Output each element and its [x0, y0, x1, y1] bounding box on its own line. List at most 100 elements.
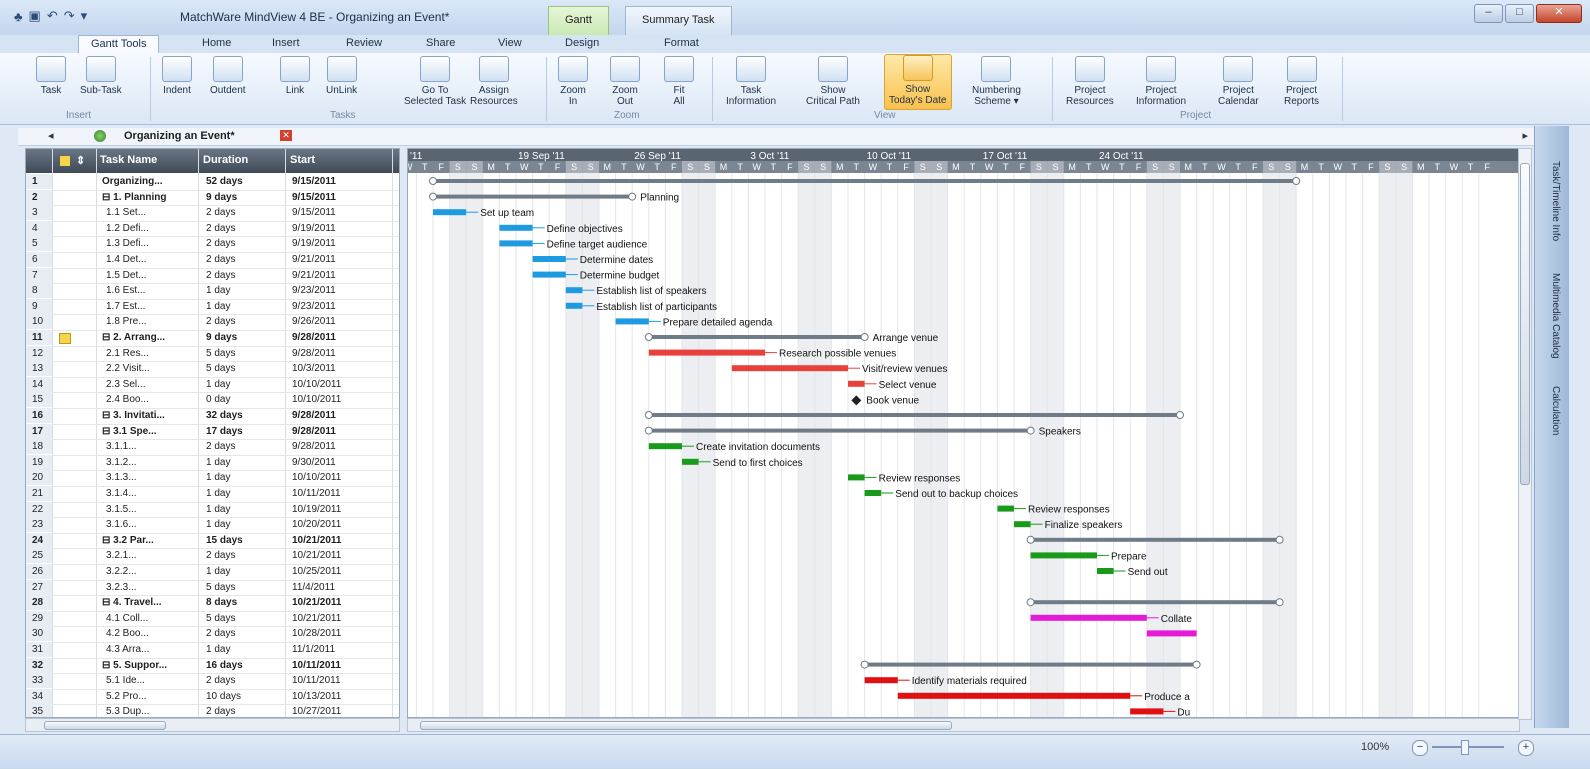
- task-name-cell[interactable]: 1.6 Est...: [106, 283, 198, 298]
- table-row[interactable]: 7 1.5 Det... 2 days 9/21/2011: [26, 267, 399, 285]
- side-tab-calculation[interactable]: Calculation: [1541, 376, 1561, 446]
- duration-cell[interactable]: 9 days: [206, 190, 281, 205]
- table-row[interactable]: 11 ⊟ 2. Arrang... 9 days 9/28/2011: [26, 330, 399, 347]
- undo-icon[interactable]: ↶: [47, 8, 58, 24]
- duration-cell[interactable]: 1 day: [206, 455, 281, 470]
- numbering-scheme-button[interactable]: Numbering Scheme ▾: [972, 56, 1021, 107]
- duration-cell[interactable]: 2 days: [206, 236, 281, 251]
- task-information-button[interactable]: Task Information: [726, 56, 776, 107]
- task-name-cell[interactable]: 2.3 Sel...: [106, 377, 198, 392]
- task-name-cell[interactable]: 3.2.1...: [106, 548, 198, 563]
- task-name-cell[interactable]: 1.5 Det...: [106, 268, 198, 283]
- start-cell[interactable]: 11/4/2011: [292, 580, 387, 595]
- table-row[interactable]: 31 4.3 Arra... 1 day 11/1/2011: [26, 642, 399, 659]
- task-name-cell[interactable]: 3.1.3...: [106, 470, 198, 485]
- scroll-thumb[interactable]: [420, 721, 952, 730]
- notes-column-icon[interactable]: [60, 156, 70, 166]
- task-name-cell[interactable]: 2.1 Res...: [106, 346, 198, 361]
- nav-left-icon[interactable]: ◂: [48, 129, 54, 142]
- duration-cell[interactable]: 15 days: [206, 533, 281, 548]
- duration-cell[interactable]: 1 day: [206, 564, 281, 579]
- start-cell[interactable]: 10/28/2011: [292, 626, 387, 641]
- start-cell[interactable]: 9/15/2011: [292, 190, 387, 205]
- start-cell[interactable]: 11/1/2011: [292, 642, 387, 657]
- task-name-cell[interactable]: 3.1.5...: [106, 502, 198, 517]
- start-cell[interactable]: 10/27/2011: [292, 704, 387, 717]
- task-name-cell[interactable]: 5.2 Pro...: [106, 689, 198, 704]
- start-cell[interactable]: 9/23/2011: [292, 283, 387, 298]
- start-cell[interactable]: 10/20/2011: [292, 517, 387, 532]
- task-name-cell[interactable]: 3.1.4...: [106, 486, 198, 501]
- table-row[interactable]: 35 5.3 Dup... 2 days 10/27/2011: [26, 704, 399, 717]
- start-cell[interactable]: 9/15/2011: [292, 205, 387, 220]
- fit-all-button[interactable]: Fit All: [664, 56, 694, 107]
- duration-cell[interactable]: 1 day: [206, 486, 281, 501]
- start-cell[interactable]: 9/15/2011: [292, 174, 387, 189]
- table-row[interactable]: 24 ⊟ 3.2 Par... 15 days 10/21/2011: [26, 532, 399, 550]
- task-name-cell[interactable]: 2.2 Visit...: [106, 361, 198, 376]
- start-cell[interactable]: 10/10/2011: [292, 392, 387, 407]
- redo-icon[interactable]: ↷: [64, 8, 75, 24]
- task-name-cell[interactable]: ⊟ 4. Travel...: [102, 595, 194, 610]
- table-row[interactable]: 21 3.1.4... 1 day 10/11/2011: [26, 486, 399, 503]
- duration-cell[interactable]: 1 day: [206, 517, 281, 532]
- gantt-horizontal-scrollbar[interactable]: [407, 718, 1520, 732]
- table-row[interactable]: 2 ⊟ 1. Planning 9 days 9/15/2011: [26, 189, 399, 207]
- project-information-button[interactable]: Project Information: [1136, 56, 1186, 107]
- tab-view[interactable]: View: [498, 35, 522, 53]
- duration-cell[interactable]: 2 days: [206, 252, 281, 267]
- table-row[interactable]: 9 1.7 Est... 1 day 9/23/2011: [26, 298, 399, 316]
- start-cell[interactable]: 9/28/2011: [292, 330, 387, 345]
- gantt-vertical-scrollbar[interactable]: [1518, 148, 1532, 720]
- zoom-out-icon[interactable]: −: [1412, 740, 1428, 756]
- start-cell[interactable]: 9/21/2011: [292, 252, 387, 267]
- project-calendar-button[interactable]: Project Calendar: [1218, 56, 1259, 107]
- scroll-thumb[interactable]: [1520, 163, 1530, 485]
- duration-cell[interactable]: 9 days: [206, 330, 281, 345]
- table-row[interactable]: 19 3.1.2... 1 day 9/30/2011: [26, 454, 399, 472]
- start-cell[interactable]: 10/3/2011: [292, 361, 387, 376]
- tab-review[interactable]: Review: [346, 35, 382, 53]
- unlink-button[interactable]: UnLink: [326, 56, 357, 96]
- task-name-cell[interactable]: 5.1 Ide...: [106, 673, 198, 688]
- duration-cell[interactable]: 32 days: [206, 408, 281, 423]
- task-name-cell[interactable]: Organizing...: [102, 174, 194, 189]
- scroll-thumb[interactable]: [44, 721, 166, 730]
- start-cell[interactable]: 9/26/2011: [292, 314, 387, 329]
- project-reports-button[interactable]: Project Reports: [1284, 56, 1319, 107]
- start-cell[interactable]: 9/21/2011: [292, 268, 387, 283]
- duration-cell[interactable]: 5 days: [206, 346, 281, 361]
- zoom-in-icon[interactable]: +: [1518, 740, 1534, 756]
- start-cell[interactable]: 10/10/2011: [292, 377, 387, 392]
- start-cell[interactable]: 9/28/2011: [292, 424, 387, 439]
- task-name-cell[interactable]: 4.1 Coll...: [106, 611, 198, 626]
- start-cell[interactable]: 10/21/2011: [292, 533, 387, 548]
- task-name-cell[interactable]: ⊟ 3.1 Spe...: [102, 424, 194, 439]
- column-header-start[interactable]: Start: [290, 154, 315, 166]
- project-resources-button[interactable]: Project Resources: [1066, 56, 1114, 107]
- tab-design[interactable]: Design: [565, 35, 599, 53]
- close-button[interactable]: ✕: [1536, 4, 1582, 23]
- table-row[interactable]: 27 3.2.3... 5 days 11/4/2011: [26, 579, 399, 597]
- task-name-cell[interactable]: 1.2 Defi...: [106, 221, 198, 236]
- task-name-cell[interactable]: 2.4 Boo...: [106, 392, 198, 407]
- table-row[interactable]: 22 3.1.5... 1 day 10/19/2011: [26, 501, 399, 519]
- table-row[interactable]: 26 3.2.2... 1 day 10/25/2011: [26, 564, 399, 581]
- start-cell[interactable]: 9/28/2011: [292, 439, 387, 454]
- start-cell[interactable]: 10/13/2011: [292, 689, 387, 704]
- table-row[interactable]: 17 ⊟ 3.1 Spe... 17 days 9/28/2011: [26, 423, 399, 441]
- task-name-cell[interactable]: ⊟ 2. Arrang...: [102, 330, 194, 345]
- table-row[interactable]: 13 2.2 Visit... 5 days 10/3/2011: [26, 361, 399, 378]
- start-cell[interactable]: 9/19/2011: [292, 221, 387, 236]
- zoom-out-button[interactable]: Zoom Out: [610, 56, 640, 107]
- column-header-duration[interactable]: Duration: [203, 154, 248, 166]
- task-name-cell[interactable]: 3.1.6...: [106, 517, 198, 532]
- save-icon[interactable]: ▣: [29, 8, 41, 24]
- start-cell[interactable]: 10/11/2011: [292, 658, 387, 673]
- zoom-slider-handle[interactable]: [1461, 740, 1469, 755]
- duration-cell[interactable]: 8 days: [206, 595, 281, 610]
- tab-share[interactable]: Share: [426, 35, 455, 53]
- table-row[interactable]: 14 2.3 Sel... 1 day 10/10/2011: [26, 376, 399, 394]
- duration-cell[interactable]: 16 days: [206, 658, 281, 673]
- task-name-cell[interactable]: 3.1.2...: [106, 455, 198, 470]
